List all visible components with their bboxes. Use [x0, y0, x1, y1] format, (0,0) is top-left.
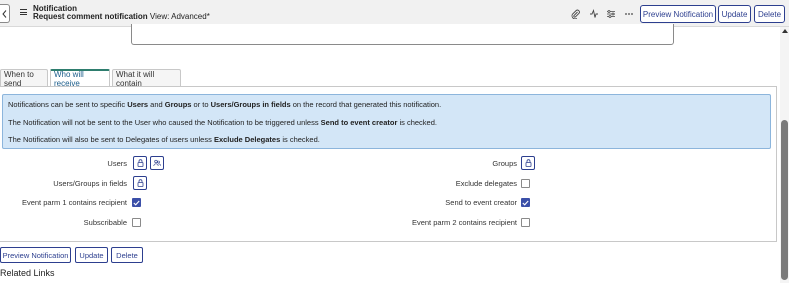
title-block: Notification Request comment notificatio…: [33, 5, 210, 21]
activity-icon[interactable]: [588, 8, 599, 19]
message-textarea[interactable]: [131, 24, 674, 45]
delete-button[interactable]: Delete: [754, 5, 785, 23]
lock-icon: [137, 159, 143, 167]
subscribable-label: Subscribable: [83, 218, 127, 227]
scrollbar-thumb[interactable]: [781, 120, 788, 280]
scroll-up-arrow-icon[interactable]: [782, 29, 788, 33]
tab-when-to-send[interactable]: When to send: [0, 69, 48, 88]
section-tabs: When to send Who will receive What it wi…: [0, 69, 183, 88]
preview-notification-button[interactable]: Preview Notification: [640, 5, 716, 23]
users-lookup-button[interactable]: [150, 156, 164, 170]
groups-lock-button[interactable]: [521, 156, 535, 170]
record-subtitle: Request comment notification View: Advan…: [33, 13, 210, 21]
users-label: Users: [107, 159, 127, 168]
event-parm-1-label: Event parm 1 contains recipient: [21, 198, 127, 207]
event-parm-2-label: Event parm 2 contains recipient: [411, 218, 517, 227]
more-icon[interactable]: [623, 8, 634, 19]
paperclip-icon[interactable]: [570, 8, 581, 19]
form-header: Notification Request comment notificatio…: [0, 0, 789, 27]
chevron-left-icon: [2, 9, 7, 18]
bottom-delete-button[interactable]: Delete: [111, 247, 143, 263]
record-name: Request comment notification: [33, 12, 148, 21]
related-links-heading: Related Links: [0, 268, 55, 278]
menu-icon[interactable]: [20, 9, 27, 15]
tab-what-it-will-contain[interactable]: What it will contain: [112, 69, 181, 88]
users-groups-in-fields-lock-button[interactable]: [133, 176, 147, 190]
bottom-preview-notification-button[interactable]: Preview Notification: [0, 247, 71, 263]
update-button[interactable]: Update: [718, 5, 751, 23]
checkmark-icon: [133, 200, 140, 206]
send-to-event-creator-checkbox[interactable]: [521, 198, 530, 207]
view-label[interactable]: View: Advanced*: [150, 12, 210, 21]
send-to-event-creator-label: Send to event creator: [445, 198, 517, 207]
exclude-delegates-checkbox[interactable]: [521, 179, 530, 188]
groups-label: Groups: [492, 159, 517, 168]
settings-sliders-icon[interactable]: [605, 8, 616, 19]
event-parm-1-checkbox[interactable]: [132, 198, 141, 207]
checkmark-icon: [522, 200, 529, 206]
info-line-1: Notifications can be sent to specific Us…: [8, 100, 442, 109]
lock-icon: [525, 159, 531, 167]
bottom-update-button[interactable]: Update: [75, 247, 108, 263]
event-parm-2-checkbox[interactable]: [521, 218, 530, 227]
lock-icon: [137, 179, 143, 187]
info-line-2: The Notification will not be sent to the…: [8, 118, 437, 127]
info-message: Notifications can be sent to specific Us…: [2, 94, 771, 149]
exclude-delegates-label: Exclude delegates: [455, 179, 517, 188]
info-line-3: The Notification will also be sent to De…: [8, 135, 320, 144]
back-button[interactable]: [0, 4, 10, 23]
tab-who-will-receive[interactable]: Who will receive: [50, 69, 110, 88]
users-lock-button[interactable]: [133, 156, 147, 170]
users-groups-in-fields-label: Users/Groups in fields: [53, 179, 127, 188]
user-group-icon: [153, 159, 161, 167]
subscribable-checkbox[interactable]: [132, 218, 141, 227]
